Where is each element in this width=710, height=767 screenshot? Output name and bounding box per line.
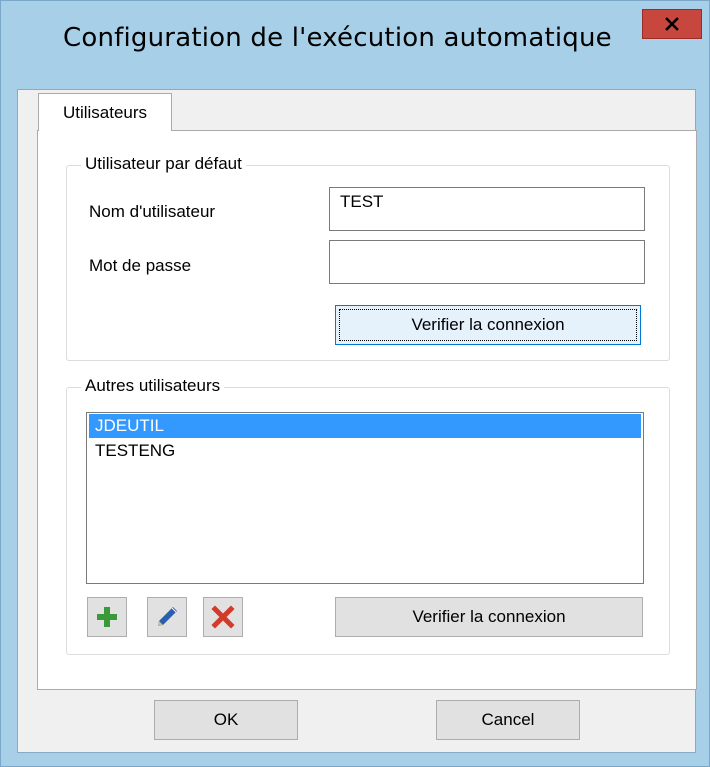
other-users-listbox[interactable]: JDEUTIL TESTENG [86, 412, 644, 584]
tab-utilisateurs[interactable]: Utilisateurs [38, 93, 172, 131]
default-user-group: Utilisateur par défaut Nom d'utilisateur… [66, 154, 670, 361]
tab-panel-utilisateurs: Utilisateur par défaut Nom d'utilisateur… [37, 130, 697, 690]
close-button[interactable] [642, 9, 702, 39]
window-title: Configuration de l'exécution automatique [63, 23, 612, 53]
add-user-button[interactable] [87, 597, 127, 637]
username-input[interactable]: TEST [329, 187, 645, 231]
cancel-button[interactable]: Cancel [436, 700, 580, 740]
verify-default-button[interactable]: Verifier la connexion [335, 305, 641, 345]
edit-user-button[interactable] [147, 597, 187, 637]
verify-default-label: Verifier la connexion [411, 315, 565, 334]
password-input[interactable] [329, 240, 645, 284]
cancel-label: Cancel [481, 710, 535, 729]
ok-label: OK [213, 710, 239, 729]
ok-button[interactable]: OK [154, 700, 298, 740]
other-users-legend: Autres utilisateurs [81, 376, 225, 396]
tab-label: Utilisateurs [62, 102, 148, 122]
other-users-group: Autres utilisateurs JDEUTIL TESTENG Veri… [66, 376, 670, 655]
plus-icon [97, 607, 117, 627]
list-item[interactable]: JDEUTIL [89, 414, 641, 438]
pencil-icon [158, 607, 177, 626]
delete-user-button[interactable] [203, 597, 243, 637]
list-item[interactable]: TESTENG [89, 439, 641, 463]
password-label: Mot de passe [89, 256, 192, 275]
title-bar[interactable]: Configuration de l'exécution automatique [1, 1, 709, 89]
dialog-window: Configuration de l'exécution automatique… [0, 0, 710, 767]
username-label: Nom d'utilisateur [89, 202, 216, 221]
verify-others-label: Verifier la connexion [412, 607, 566, 626]
dialog-client-area: Utilisateurs Utilisateur par défaut Nom … [17, 89, 697, 753]
close-icon [665, 17, 679, 31]
delete-x-icon [211, 605, 235, 629]
verify-others-button[interactable]: Verifier la connexion [335, 597, 643, 637]
default-user-legend: Utilisateur par défaut [81, 154, 246, 174]
